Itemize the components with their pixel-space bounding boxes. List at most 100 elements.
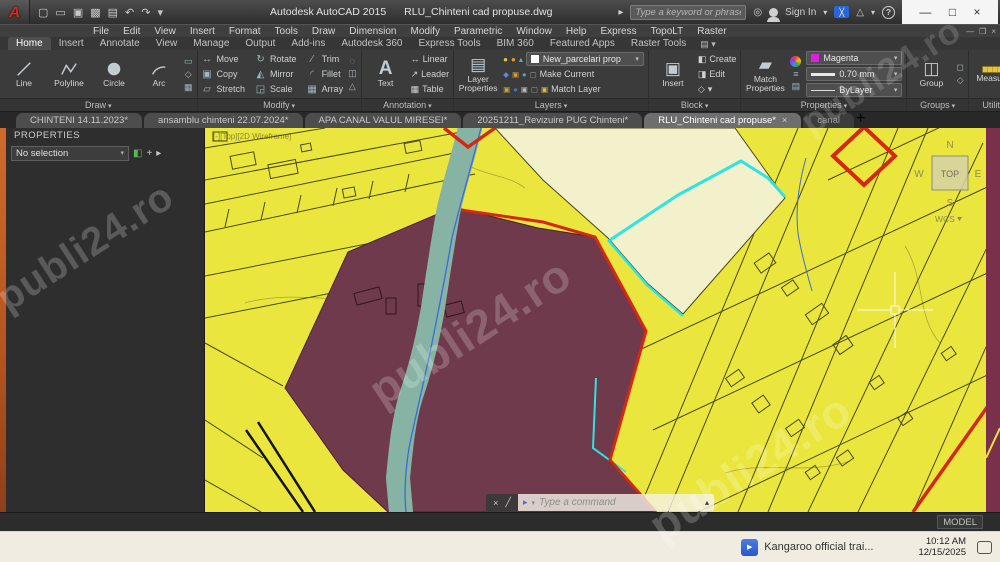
viewcube-west[interactable]: W — [914, 169, 924, 180]
menu-draw[interactable]: Draw — [305, 26, 342, 37]
panel-label-properties[interactable]: Properties — [741, 98, 906, 111]
notifications-icon[interactable] — [977, 541, 992, 554]
ribbon-display-toggle-icon[interactable]: ▤ ▾ — [700, 39, 716, 50]
menu-topolt[interactable]: TopoLT — [644, 26, 691, 37]
layer-tool-icon[interactable]: ▢ — [530, 70, 537, 79]
layer-tool-icon[interactable]: ◆ — [503, 70, 509, 79]
ribbon-tab-featured-apps[interactable]: Featured Apps — [542, 37, 623, 50]
quick-select-icon[interactable]: ▸ — [156, 148, 161, 159]
rectangle-tool-icon[interactable]: ▭ — [184, 56, 193, 67]
edit-block-button[interactable]: ◨Edit — [698, 67, 737, 82]
ribbon-tab-insert[interactable]: Insert — [51, 37, 92, 50]
move-button[interactable]: ↔Move — [202, 52, 246, 67]
minimize-button[interactable]: — — [919, 5, 931, 19]
viewcube-south[interactable]: S — [947, 198, 954, 209]
polyline-button[interactable]: Polyline — [49, 60, 89, 88]
linetype-dropdown[interactable]: ByLayer ▾ — [806, 83, 902, 97]
command-close-icon[interactable]: × — [493, 498, 498, 508]
object-color-dropdown[interactable]: Magenta ▾ — [806, 51, 902, 65]
ribbon-tab-add-ins[interactable]: Add-ins — [283, 37, 333, 50]
tab-close-icon[interactable]: × — [782, 113, 787, 128]
taskbar-widget-kangaroo[interactable]: ▶ Kangaroo official trai... — [741, 539, 873, 556]
ribbon-tab-manage[interactable]: Manage — [185, 37, 237, 50]
panel-label-block[interactable]: Block — [649, 98, 741, 111]
redo-icon[interactable]: ↷ — [141, 6, 150, 19]
sign-in-caret-icon[interactable]: ▾ — [823, 8, 827, 17]
autodesk-360-icon[interactable]: △ — [856, 7, 864, 18]
stretch-button[interactable]: ▱Stretch — [202, 82, 246, 97]
doc-tab-chinteni-14-11-2023[interactable]: CHINTENI 14.11.2023* — [16, 113, 142, 128]
layer-properties-button[interactable]: ▤ Layer Properties — [458, 56, 498, 93]
autocad-logo-icon[interactable]: A — [0, 0, 30, 24]
ribbon-tab-express-tools[interactable]: Express Tools — [411, 37, 489, 50]
plot-icon[interactable]: ▤ — [108, 6, 118, 19]
measure-button[interactable]: Measure — [973, 66, 1000, 83]
match-layer-button[interactable]: ▣●▣▢▣Match Layer — [503, 82, 644, 97]
open-file-icon[interactable]: ▭ — [55, 6, 65, 19]
command-line[interactable]: × ╱ ▸ ▾ Type a command ▴ — [486, 494, 714, 511]
lineweight-dropdown[interactable]: 0.70 mm ▾ — [806, 67, 902, 81]
menu-parametric[interactable]: Parametric — [447, 26, 509, 37]
doc-tab-20251211-revizuire-pug-chinteni[interactable]: 20251211_Revizuire PUG Chinteni* — [463, 113, 642, 128]
menu-file[interactable]: File — [86, 26, 116, 37]
layer-unlock-icon[interactable]: ▴ — [519, 55, 523, 64]
ribbon-tab-output[interactable]: Output — [237, 37, 283, 50]
region-tool-icon[interactable]: ▦ — [184, 82, 193, 93]
new-file-icon[interactable]: ▢ — [38, 6, 48, 19]
layer-tool-icon[interactable]: ▢ — [531, 85, 538, 94]
layer-freeze-icon[interactable]: ● — [511, 55, 516, 64]
search-expand-icon[interactable]: ▸ — [618, 7, 623, 18]
match-properties-button[interactable]: ▰ Match Properties — [745, 56, 785, 93]
help-icon[interactable]: ? — [882, 6, 895, 19]
circle-button[interactable]: Circle — [94, 60, 134, 88]
autodesk-exchange-icon[interactable]: ╳ — [834, 6, 849, 18]
save-as-icon[interactable]: ▩ — [90, 6, 100, 19]
rotate-button[interactable]: ↻Rotate — [255, 52, 297, 67]
qat-dropdown-icon[interactable]: ▾ — [157, 6, 163, 19]
viewcube-north[interactable]: N — [946, 140, 953, 151]
help-search-input[interactable] — [630, 5, 746, 20]
trim-button[interactable]: ∕Trim — [307, 52, 344, 67]
panel-label-modify[interactable]: Modify — [198, 98, 361, 111]
hatch-tool-icon[interactable]: ◇ — [185, 69, 192, 80]
line-button[interactable]: Line — [4, 60, 44, 88]
doc-restore-icon[interactable]: ❐ — [979, 27, 986, 36]
ribbon-tab-autodesk-360[interactable]: Autodesk 360 — [333, 37, 410, 50]
maximize-button[interactable]: □ — [949, 5, 956, 19]
create-block-button[interactable]: ◧Create — [698, 52, 737, 67]
linear-button[interactable]: ↔Linear — [411, 52, 450, 67]
map-drawing[interactable]: [-][Top][2D Wireframe] TOP N W E S WCS — [205, 128, 1000, 512]
leader-button[interactable]: ↗Leader — [411, 67, 450, 82]
ribbon-tab-raster-tools[interactable]: Raster Tools — [623, 37, 694, 50]
menu-dimension[interactable]: Dimension — [342, 26, 403, 37]
group-button[interactable]: ◫ Group — [911, 60, 951, 88]
wcs-dropdown[interactable]: WCS — [935, 214, 955, 224]
command-recent-caret-icon[interactable]: ▾ — [532, 499, 536, 507]
close-button[interactable]: × — [974, 5, 981, 19]
select-objects-icon[interactable]: + — [146, 148, 152, 159]
layer-tool-icon[interactable]: ▣ — [512, 70, 519, 79]
panel-label-utilities[interactable]: Utilities — [969, 98, 1000, 111]
table-button[interactable]: ▦Table — [411, 82, 450, 97]
copy-button[interactable]: ▣Copy — [202, 67, 246, 82]
panel-label-layers[interactable]: Layers — [454, 98, 648, 111]
command-wrench-icon[interactable]: ╱ — [505, 497, 510, 508]
menu-help[interactable]: Help — [559, 26, 594, 37]
menu-window[interactable]: Window — [509, 26, 559, 37]
ribbon-tab-annotate[interactable]: Annotate — [92, 37, 148, 50]
save-icon[interactable]: ▣ — [73, 6, 83, 19]
undo-icon[interactable]: ↶ — [125, 6, 134, 19]
menu-tools[interactable]: Tools — [268, 26, 305, 37]
menu-modify[interactable]: Modify — [404, 26, 447, 37]
lineweight-list-icon[interactable]: ▤ — [792, 81, 801, 92]
ribbon-tab-home[interactable]: Home — [8, 37, 51, 50]
doc-tab-ansamblu-chinteni-22-07-2024[interactable]: ansamblu chinteni 22.07.2024* — [144, 113, 302, 128]
menu-edit[interactable]: Edit — [116, 26, 147, 37]
erase-tool-icon[interactable]: ◌ — [350, 56, 355, 66]
ribbon-tab-bim-360[interactable]: BIM 360 — [489, 37, 542, 50]
viewport-controls-label[interactable]: [-][Top][2D Wireframe] — [213, 132, 291, 141]
menu-raster[interactable]: Raster — [690, 26, 733, 37]
text-button[interactable]: A Text — [366, 60, 406, 88]
fillet-button[interactable]: ◜Fillet — [307, 67, 344, 82]
mirror-button[interactable]: ◭Mirror — [255, 67, 297, 82]
